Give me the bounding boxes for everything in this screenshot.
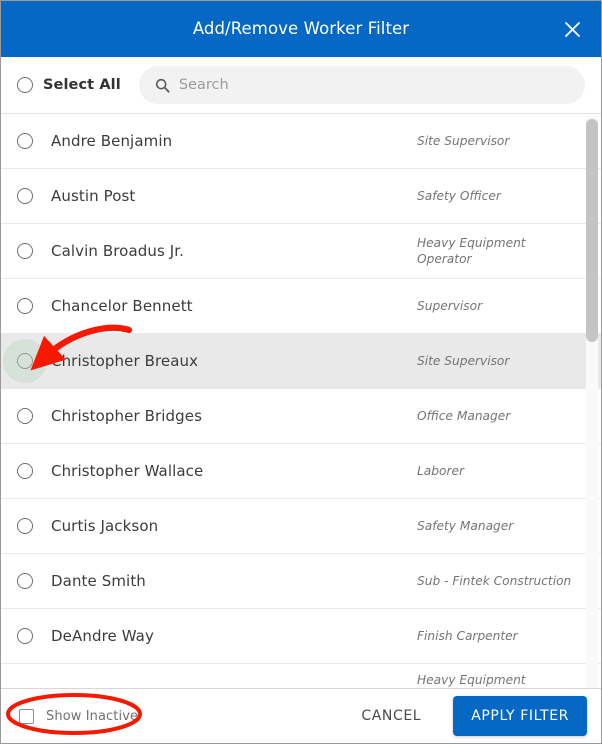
worker-radio[interactable] <box>17 408 33 424</box>
worker-list-container: Andre Benjamin Site Supervisor Austin Post… <box>1 114 601 688</box>
worker-role: Safety Manager <box>417 518 514 533</box>
worker-radio[interactable] <box>17 188 33 204</box>
worker-radio-cell[interactable] <box>17 298 33 314</box>
worker-row[interactable]: Calvin Broadus Jr. Heavy Equipment Operat… <box>1 224 601 279</box>
worker-radio-cell[interactable] <box>17 408 33 424</box>
worker-radio-cell[interactable] <box>17 518 33 534</box>
worker-role: Finish Carpenter <box>417 628 518 643</box>
show-inactive-control[interactable]: Show Inactive <box>19 708 139 724</box>
worker-row[interactable]: Curtis Jackson Safety Manager <box>1 499 601 554</box>
worker-row[interactable]: Christopher Bridges Office Manager <box>1 389 601 444</box>
worker-name: Calvin Broadus Jr. <box>51 242 185 260</box>
list-scrollbar-thumb[interactable] <box>586 119 598 342</box>
select-all-label: Select All <box>43 77 121 93</box>
list-scrollbar-track[interactable] <box>586 114 598 688</box>
dialog-title: Add/Remove Worker Filter <box>192 18 410 38</box>
worker-row[interactable]: Dante Smith Sub - Fintek Construction <box>1 554 601 609</box>
worker-role: Site Supervisor <box>417 353 510 368</box>
select-all-control[interactable]: Select All <box>17 77 121 93</box>
worker-row[interactable]: Chancelor Bennett Supervisor <box>1 279 601 334</box>
worker-row[interactable]: Christopher Breaux Site Supervisor <box>1 334 601 389</box>
dialog-header: Add/Remove Worker Filter <box>1 1 601 57</box>
show-inactive-label: Show Inactive <box>46 708 139 724</box>
worker-name: Chancelor Bennett <box>51 297 193 315</box>
worker-radio[interactable] <box>17 463 33 479</box>
worker-radio-cell[interactable] <box>17 672 33 688</box>
worker-radio-cell[interactable] <box>17 573 33 589</box>
worker-radio[interactable] <box>17 298 33 314</box>
worker-radio-cell[interactable] <box>17 188 33 204</box>
worker-name: Austin Post <box>51 187 136 205</box>
worker-role: Sub - Fintek Construction <box>417 573 572 588</box>
worker-name: Christopher Bridges <box>51 407 202 425</box>
worker-radio[interactable] <box>17 518 33 534</box>
worker-radio-cell[interactable] <box>17 628 33 644</box>
dialog-footer: Show Inactive CANCEL APPLY FILTER <box>1 688 601 743</box>
worker-radio-cell[interactable] <box>17 463 33 479</box>
worker-row[interactable]: DeAndre Way Finish Carpenter <box>1 609 601 664</box>
worker-name: Dante Smith <box>51 572 146 590</box>
worker-role: Supervisor <box>417 298 483 313</box>
filter-toolbar: Select All <box>1 57 601 114</box>
worker-name: DeAndre Way <box>51 627 154 645</box>
worker-name: Christopher Breaux <box>51 352 199 370</box>
worker-row[interactable]: Heavy Equipment <box>1 664 601 688</box>
apply-filter-button[interactable]: APPLY FILTER <box>453 696 587 736</box>
select-all-radio[interactable] <box>17 77 33 93</box>
worker-role: Site Supervisor <box>417 133 510 148</box>
worker-role: Heavy Equipment Operator <box>417 235 526 266</box>
worker-radio[interactable] <box>17 133 33 149</box>
cancel-button[interactable]: CANCEL <box>347 698 435 734</box>
worker-role: Heavy Equipment <box>417 673 526 687</box>
close-icon[interactable] <box>553 10 591 48</box>
search-input[interactable] <box>178 77 569 93</box>
worker-radio[interactable] <box>17 353 33 369</box>
worker-radio-cell[interactable] <box>3 339 47 383</box>
worker-row[interactable]: Austin Post Safety Officer <box>1 169 601 224</box>
worker-radio[interactable] <box>17 573 33 589</box>
worker-radio[interactable] <box>17 628 33 644</box>
worker-row[interactable]: Christopher Wallace Laborer <box>1 444 601 499</box>
worker-filter-dialog: Add/Remove Worker Filter Select All Andr… <box>0 0 602 744</box>
show-inactive-checkbox[interactable] <box>19 708 34 724</box>
worker-list[interactable]: Andre Benjamin Site Supervisor Austin Post… <box>1 114 601 688</box>
worker-role: Office Manager <box>417 408 511 423</box>
worker-name: Christopher Wallace <box>51 462 204 480</box>
worker-name: Andre Benjamin <box>51 132 173 150</box>
search-icon <box>155 78 170 93</box>
worker-radio[interactable] <box>17 243 33 259</box>
worker-radio-cell[interactable] <box>17 243 33 259</box>
worker-name: Curtis Jackson <box>51 517 159 535</box>
worker-role: Safety Officer <box>417 188 501 203</box>
worker-role: Laborer <box>417 463 464 478</box>
worker-row[interactable]: Andre Benjamin Site Supervisor <box>1 114 601 169</box>
search-field[interactable] <box>138 66 585 104</box>
worker-radio-cell[interactable] <box>17 133 33 149</box>
